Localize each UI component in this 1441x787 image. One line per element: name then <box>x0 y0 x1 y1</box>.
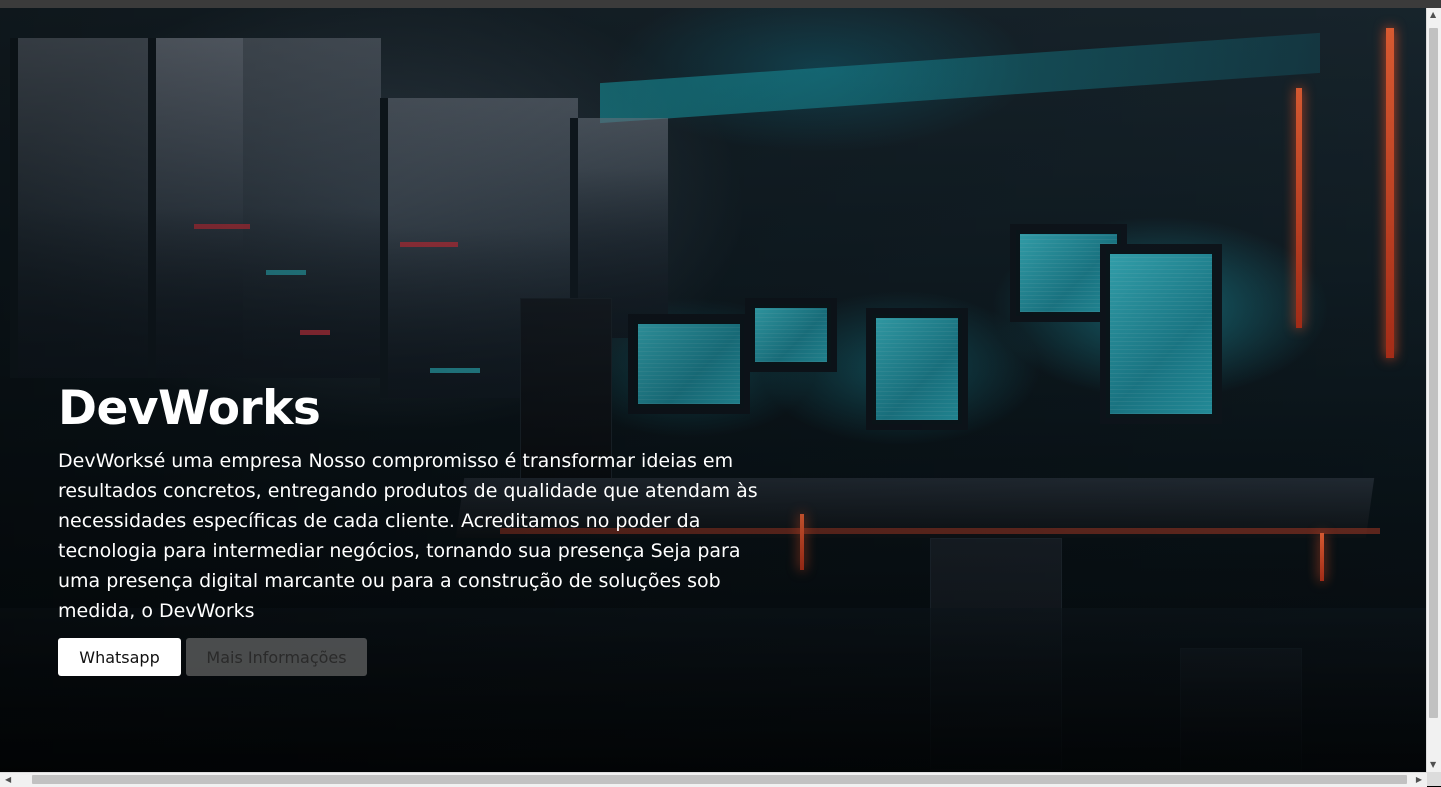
horizontal-scroll-thumb[interactable] <box>32 775 1407 784</box>
browser-top-edge <box>0 0 1441 8</box>
hero-buttons: Whatsapp Mais Informações <box>58 638 788 676</box>
scroll-left-arrow-icon[interactable]: ◀ <box>5 774 11 786</box>
scrollbar-corner <box>1427 772 1441 786</box>
whatsapp-button[interactable]: Whatsapp <box>58 638 181 676</box>
hero-section: DevWorks DevWorksé uma empresa Nosso com… <box>0 8 1427 772</box>
hero-description: DevWorksé uma empresa Nosso compromisso … <box>58 450 758 622</box>
vertical-scroll-thumb[interactable] <box>1429 28 1438 718</box>
scroll-down-arrow-icon[interactable]: ▼ <box>1430 760 1436 770</box>
hero-title: DevWorks <box>58 381 321 436</box>
hero-content: DevWorks DevWorksé uma empresa Nosso com… <box>58 376 788 676</box>
vertical-scrollbar[interactable]: ▲ ▼ <box>1426 8 1441 772</box>
scroll-up-arrow-icon[interactable]: ▲ <box>1430 10 1436 20</box>
horizontal-scrollbar[interactable]: ◀ ▶ <box>0 772 1427 787</box>
scroll-right-arrow-icon[interactable]: ▶ <box>1416 774 1422 786</box>
more-info-button[interactable]: Mais Informações <box>186 638 367 676</box>
